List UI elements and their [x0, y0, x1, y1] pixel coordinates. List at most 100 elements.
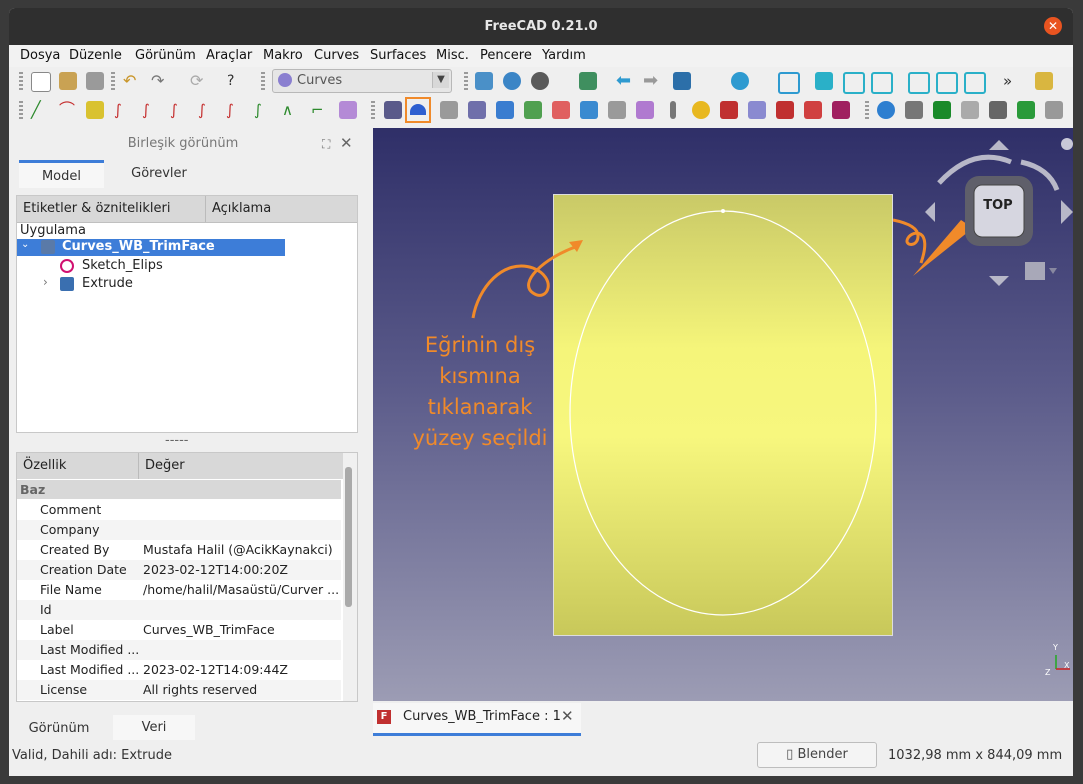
close-panel-icon[interactable]: ✕ [340, 134, 353, 152]
property-header-key[interactable]: Özellik [23, 458, 66, 473]
blend-surface-icon[interactable] [720, 101, 738, 119]
isocurve-icon[interactable] [524, 101, 542, 119]
zoom-icon[interactable] [731, 72, 749, 90]
new-document-icon[interactable] [31, 72, 51, 92]
property-header-value[interactable]: Değer [145, 458, 185, 473]
tree-item-sketch[interactable]: Sketch_Elips [17, 257, 285, 275]
close-window-button[interactable]: ✕ [1044, 17, 1062, 35]
workbench-view-icon[interactable] [673, 72, 691, 90]
segment-surface-icon[interactable] [748, 101, 766, 119]
sweep-icon[interactable] [580, 101, 598, 119]
tree-header-description[interactable]: Açıklama [212, 201, 271, 216]
curve-on-surface-icon[interactable]: ∫ [198, 101, 216, 119]
script-icon[interactable] [961, 101, 979, 119]
chevron-down-icon[interactable]: ⌄ [21, 239, 29, 250]
scrollbar-thumb[interactable] [345, 467, 352, 607]
bounding-box-icon[interactable] [579, 72, 597, 90]
navcube-cube-icon[interactable] [1025, 262, 1045, 280]
flatten-face-icon[interactable] [496, 101, 514, 119]
join-curves-icon[interactable]: ∫ [226, 101, 244, 119]
property-row[interactable]: Label Curves_WB_TrimFace [17, 620, 341, 640]
sphere-icon[interactable] [692, 101, 710, 119]
tab-model[interactable]: Model [19, 160, 104, 188]
3d-viewport[interactable]: TOP Eğrinin dış kısmına tıklanarak yüzey… [373, 128, 1073, 701]
sketch-on-surface-icon[interactable] [636, 101, 654, 119]
menu-pencere[interactable]: Pencere [480, 48, 532, 63]
toolbar-grip[interactable] [111, 72, 115, 90]
save-icon[interactable] [86, 72, 104, 90]
isometric-view-icon[interactable] [778, 72, 800, 94]
navcube-left-arrow-icon[interactable] [925, 202, 935, 222]
extend-face-icon[interactable] [468, 101, 486, 119]
property-row[interactable]: Last Modified ... [17, 640, 341, 660]
tree-item-extrude[interactable]: › Extrude [17, 275, 285, 293]
toolbar-overflow-icon[interactable]: » [1003, 72, 1012, 90]
line-tool-icon[interactable]: ╱ [31, 101, 49, 119]
document-tab[interactable]: F Curves_WB_TrimFace : 1 ✕ [373, 703, 581, 736]
property-row[interactable]: License All rights reserved [17, 680, 341, 700]
property-scrollbar[interactable] [343, 453, 357, 701]
menu-gorunum[interactable]: Görünüm [135, 48, 196, 63]
menu-curves[interactable]: Curves [314, 48, 359, 63]
property-row[interactable]: Creation Date 2023-02-12T14:00:20Z [17, 560, 341, 580]
navcube-right-arrow-icon[interactable] [1061, 200, 1073, 224]
tab-gorevler[interactable]: Görevler [109, 160, 209, 188]
back-arrow-icon[interactable]: ⬅ [616, 72, 634, 90]
grey-cube-icon[interactable] [989, 101, 1007, 119]
menu-surfaces[interactable]: Surfaces [370, 48, 426, 63]
redo-icon[interactable]: ↷ [151, 72, 169, 90]
draw-style-icon[interactable] [531, 72, 549, 90]
toolbar-grip[interactable] [261, 72, 265, 90]
gordon-surface-icon[interactable] [339, 101, 357, 119]
tab-gorunum[interactable]: Görünüm [11, 715, 107, 743]
workbench-selector[interactable]: Curves ▼ [272, 69, 452, 93]
whats-this-icon[interactable]: ? [227, 72, 245, 90]
menu-araclar[interactable]: Araçlar [206, 48, 252, 63]
property-row[interactable]: Created By Mustafa Halil (@AcikKaynakci) [17, 540, 341, 560]
fit-selection-icon[interactable] [503, 72, 521, 90]
info-icon[interactable] [877, 101, 895, 119]
chevron-down-icon[interactable] [1049, 268, 1057, 274]
blend-curve-icon[interactable] [86, 101, 104, 119]
ellipse-vertex[interactable] [721, 209, 725, 213]
toolbar-grip[interactable] [865, 101, 869, 119]
property-row[interactable]: Comment [17, 500, 341, 520]
chevron-right-icon[interactable]: › [43, 275, 48, 289]
fit-all-icon[interactable] [475, 72, 493, 90]
green-cube-icon[interactable] [933, 101, 951, 119]
grid-icon[interactable] [1017, 101, 1035, 119]
menu-dosya[interactable]: Dosya [20, 48, 60, 63]
panel-splitter[interactable]: ----- [165, 433, 188, 448]
ellipse-edge[interactable] [569, 210, 877, 616]
front-view-icon[interactable] [815, 72, 833, 90]
bottom-view-icon[interactable] [936, 72, 958, 94]
navcube-up-arrow-icon[interactable] [989, 140, 1009, 150]
profile-support-icon[interactable] [608, 101, 626, 119]
toolbar-grip[interactable] [464, 72, 468, 90]
tree-item-document[interactable]: ⌄ Curves_WB_TrimFace [17, 239, 285, 256]
ruled-surface-icon[interactable] [440, 101, 458, 119]
parametric-curve-icon[interactable]: ⌐ [311, 101, 329, 119]
approximate-icon[interactable]: ∫ [170, 101, 188, 119]
forward-arrow-icon[interactable]: ➡ [643, 72, 661, 90]
navcube-down-arrow-icon[interactable] [989, 276, 1009, 286]
menu-duzenle[interactable]: Düzenle [69, 48, 122, 63]
close-tab-icon[interactable]: ✕ [561, 707, 574, 725]
split-curve-icon[interactable] [776, 101, 794, 119]
bspline-icon[interactable]: ∫ [114, 101, 132, 119]
toolbar-grip[interactable] [19, 72, 23, 90]
property-row[interactable]: Last Modified ... 2023-02-12T14:09:44Z [17, 660, 341, 680]
navigation-style-button[interactable]: ▯ Blender [757, 742, 877, 768]
menu-yardim[interactable]: Yardım [542, 48, 586, 63]
menu-makro[interactable]: Makro [263, 48, 303, 63]
comb-icon[interactable]: ∧ [282, 101, 300, 119]
mixed-curve-icon[interactable] [670, 101, 676, 119]
measure-icon[interactable] [1045, 101, 1063, 119]
menu-misc[interactable]: Misc. [436, 48, 469, 63]
undo-icon[interactable]: ↶ [123, 72, 141, 90]
top-view-icon[interactable] [843, 72, 865, 94]
discretize-icon[interactable]: ∫ [254, 101, 272, 119]
part-icon[interactable] [1035, 72, 1053, 90]
left-view-icon[interactable] [964, 72, 986, 94]
reflect-lines-icon[interactable] [804, 101, 822, 119]
